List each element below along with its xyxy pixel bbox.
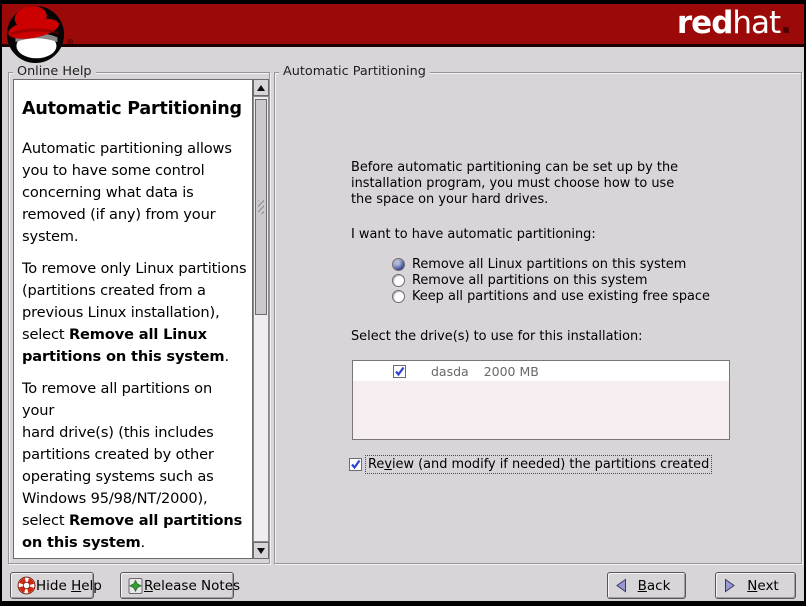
scrollbar-trough[interactable] xyxy=(253,96,269,542)
radio-label: Keep all partitions and use existing fre… xyxy=(412,289,710,304)
check-icon xyxy=(394,366,405,377)
radio-label: Remove all Linux partitions on this syst… xyxy=(412,257,686,272)
review-partitions-checkbox-row[interactable]: Review (and modify if needed) the partit… xyxy=(349,455,712,474)
partitioning-radio-group: Remove all Linux partitions on this syst… xyxy=(392,256,710,305)
help-paragraph: To remove only Linux partitions (partiti… xyxy=(22,258,247,368)
redhat-wordmark: redhat. xyxy=(677,5,791,41)
radio-keep-all-partitions[interactable]: Keep all partitions and use existing fre… xyxy=(392,289,710,305)
release-notes-label: Release Notes xyxy=(144,578,240,594)
radio-label: Remove all partitions on this system xyxy=(412,273,647,288)
next-button[interactable]: Next xyxy=(715,572,796,599)
back-label: Back xyxy=(629,578,679,594)
automatic-partitioning-frame-label: Automatic Partitioning xyxy=(279,65,430,79)
automatic-partitioning-frame: Automatic Partitioning Before automatic … xyxy=(274,72,802,564)
help-paragraph: To remove all partitions on your hard dr… xyxy=(22,378,247,554)
scroll-down-button[interactable] xyxy=(253,542,269,559)
registered-trademark: ® xyxy=(66,38,74,47)
next-arrow-icon xyxy=(722,578,737,593)
hide-help-button[interactable]: Hide Help xyxy=(10,572,94,599)
radio-button-icon[interactable] xyxy=(392,258,405,271)
review-checkbox[interactable] xyxy=(349,458,362,471)
online-help-frame-label: Online Help xyxy=(13,65,96,79)
back-arrow-icon xyxy=(614,578,629,593)
wordmark-red: red xyxy=(677,5,733,41)
arrow-down-icon xyxy=(257,548,265,554)
wordmark-period: . xyxy=(780,5,791,41)
help-title: Automatic Partitioning xyxy=(22,96,247,122)
drive-device: dasda xyxy=(431,364,469,379)
question-text: I want to have automatic partitioning: xyxy=(351,227,596,242)
radio-remove-linux-partitions[interactable]: Remove all Linux partitions on this syst… xyxy=(392,256,710,272)
arrow-up-icon xyxy=(257,85,265,91)
installer-window: ® redhat. Online Help Automatic Partitio… xyxy=(0,0,806,606)
radio-button-icon[interactable] xyxy=(392,290,405,303)
intro-text: Before automatic partitioning can be set… xyxy=(351,160,678,208)
radio-remove-all-partitions[interactable]: Remove all partitions on this system xyxy=(392,272,710,288)
life-preserver-icon xyxy=(17,576,36,595)
redhat-shadowman-logo xyxy=(5,3,66,64)
help-paragraph: Automatic partitioning allows you to hav… xyxy=(22,138,247,248)
drive-checkbox[interactable] xyxy=(393,365,406,378)
drive-list[interactable]: dasda 2000 MB xyxy=(352,360,730,440)
check-icon xyxy=(350,459,361,470)
release-notes-icon xyxy=(127,577,144,595)
scrollbar-thumb[interactable] xyxy=(255,99,267,315)
scroll-up-button[interactable] xyxy=(253,79,269,96)
next-label: Next xyxy=(737,578,789,594)
review-checkbox-label: Review (and modify if needed) the partit… xyxy=(365,455,712,474)
drive-select-prompt: Select the drive(s) to use for this inst… xyxy=(351,329,643,344)
release-notes-button[interactable]: Release Notes xyxy=(120,572,234,599)
help-text-view: Automatic Partitioning Automatic partiti… xyxy=(13,79,253,559)
radio-button-icon[interactable] xyxy=(392,274,405,287)
back-button[interactable]: Back xyxy=(607,572,686,599)
online-help-frame: Online Help Automatic Partitioning Autom… xyxy=(8,72,270,564)
drive-size: 2000 MB xyxy=(484,364,539,379)
wordmark-hat: hat xyxy=(732,5,780,41)
help-scrollbar[interactable] xyxy=(253,79,269,559)
hide-help-label: Hide Help xyxy=(36,578,102,594)
drive-row-dasda[interactable]: dasda 2000 MB xyxy=(353,361,729,381)
